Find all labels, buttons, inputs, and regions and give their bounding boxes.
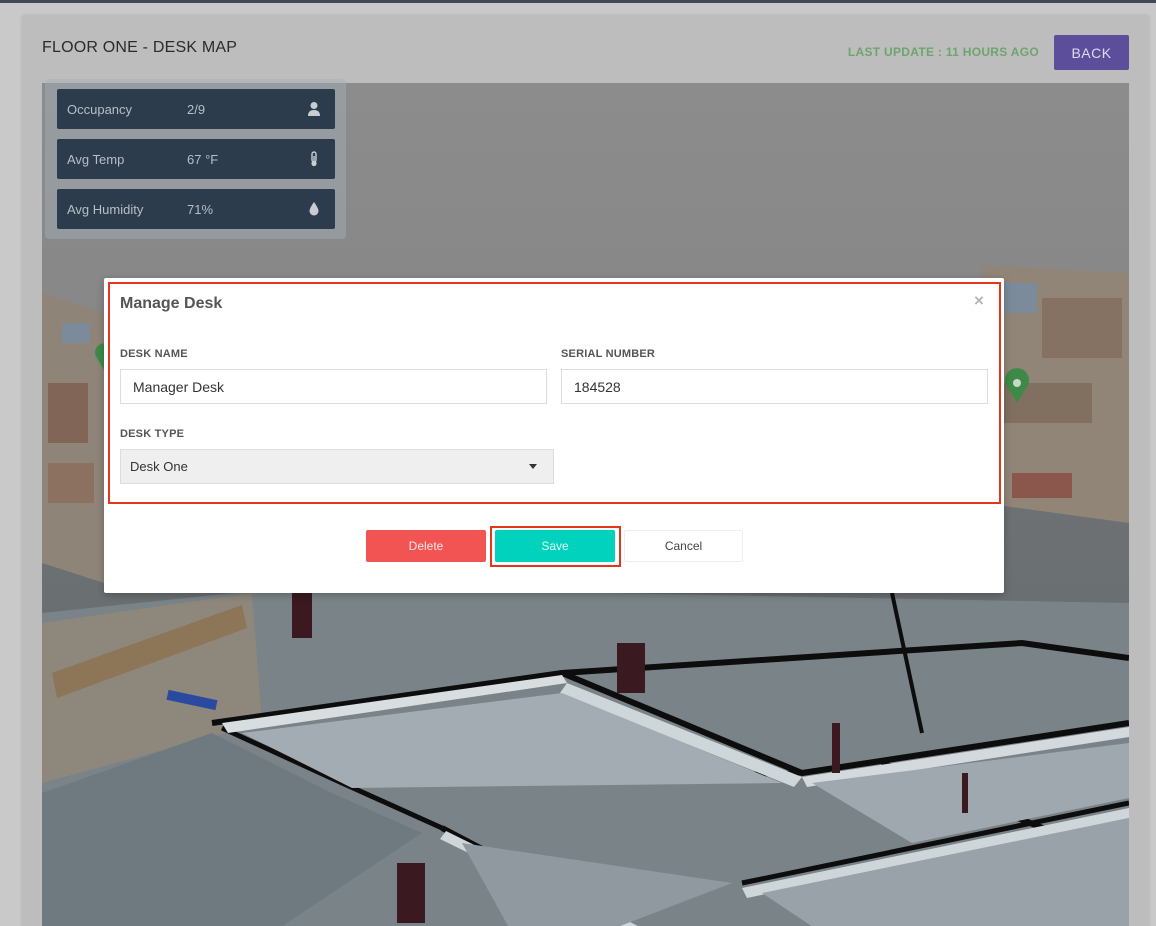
save-button[interactable]: Save <box>495 530 615 562</box>
person-icon <box>307 101 321 117</box>
thermometer-icon <box>307 151 321 167</box>
back-button[interactable]: BACK <box>1054 35 1129 70</box>
modal-title: Manage Desk <box>120 295 223 312</box>
desk-type-selected: Desk One <box>130 459 188 474</box>
stat-value: 67 °F <box>187 152 219 167</box>
top-strip <box>0 0 1156 3</box>
stat-avg-humidity: Avg Humidity 71% <box>57 189 335 229</box>
serial-number-label: SERIAL NUMBER <box>561 348 656 360</box>
stat-value: 2/9 <box>187 102 206 117</box>
stat-label: Avg Humidity <box>67 202 144 217</box>
stat-label: Avg Temp <box>67 152 125 167</box>
delete-button[interactable]: Delete <box>366 530 486 562</box>
cancel-button[interactable]: Cancel <box>624 530 743 562</box>
desk-name-label: DESK NAME <box>120 348 188 360</box>
stat-label: Occupancy <box>67 102 133 117</box>
serial-number-input[interactable] <box>561 369 988 404</box>
stat-avg-temp: Avg Temp 67 °F <box>57 139 335 179</box>
caret-down-icon <box>529 464 537 469</box>
droplet-icon <box>307 201 321 217</box>
close-icon[interactable]: × <box>974 292 988 309</box>
last-update-status: LAST UPDATE : 11 HOURS AGO <box>847 45 1039 59</box>
desk-type-select[interactable]: Desk One <box>120 449 554 484</box>
stat-occupancy: Occupancy 2/9 <box>57 89 335 129</box>
stat-value: 71% <box>187 202 214 217</box>
page-title: FLOOR ONE - DESK MAP <box>42 39 238 56</box>
desk-name-input[interactable] <box>120 369 547 404</box>
desk-type-label: DESK TYPE <box>120 428 185 440</box>
